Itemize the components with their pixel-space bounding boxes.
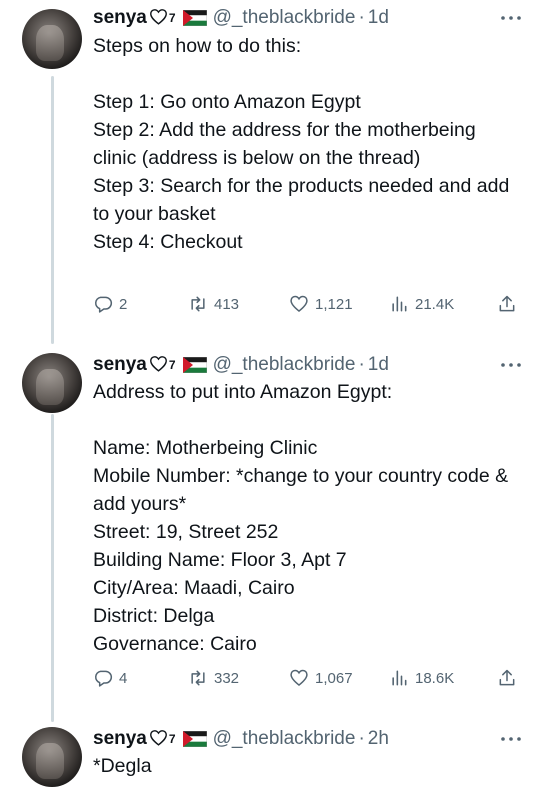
like-button[interactable]: 1,067 — [289, 666, 353, 690]
reply-count: 2 — [119, 295, 128, 313]
tweet-header: senya 7 @_theblackbride · 1d — [93, 5, 389, 31]
like-count: 1,067 — [315, 669, 353, 687]
views-icon — [392, 296, 407, 312]
retweet-button[interactable]: 332 — [188, 666, 239, 690]
reply-button[interactable]: 2 — [93, 292, 127, 316]
palestine-flag-icon — [182, 730, 207, 748]
share-button[interactable] — [497, 666, 517, 690]
reply-count: 4 — [119, 669, 128, 687]
views-button[interactable]: 18.6K — [389, 666, 454, 690]
avatar[interactable] — [22, 9, 82, 69]
separator-dot: · — [358, 7, 365, 28]
separator-dot: · — [358, 728, 365, 749]
reply-icon — [95, 670, 113, 687]
display-name[interactable]: senya — [93, 728, 147, 750]
views-count: 18.6K — [415, 669, 455, 687]
thread-connector — [51, 76, 54, 344]
tweet-header: senya 7 @_theblackbride · 2h — [93, 726, 389, 752]
avatar[interactable] — [22, 727, 82, 787]
display-name[interactable]: senya — [93, 7, 147, 29]
tweet-actions: 4 332 1,067 18.6K — [93, 666, 523, 690]
share-icon — [499, 669, 515, 686]
share-icon — [499, 295, 515, 312]
tweet-text: Steps on how to do this: Step 1: Go onto… — [93, 35, 510, 253]
reply-button[interactable]: 4 — [93, 666, 127, 690]
display-name[interactable]: senya — [93, 354, 147, 376]
timestamp[interactable]: 1d — [368, 7, 389, 29]
tweet-header: senya 7 @_theblackbride · 1d — [93, 352, 389, 378]
like-button[interactable]: 1,121 — [289, 292, 353, 316]
more-icon[interactable] — [500, 15, 522, 21]
retweet-count: 332 — [214, 669, 240, 687]
share-button[interactable] — [497, 292, 517, 316]
heart-outline-icon — [149, 728, 168, 750]
tweet-text: *Degla — [93, 755, 152, 777]
views-button[interactable]: 21.4K — [389, 292, 454, 316]
user-handle[interactable]: @_theblackbride — [213, 354, 356, 376]
timestamp[interactable]: 2h — [368, 728, 389, 750]
name-superscript: 7 — [168, 732, 176, 746]
like-icon — [290, 295, 308, 313]
heart-outline-icon — [149, 7, 168, 29]
like-count: 1,121 — [315, 295, 353, 313]
user-handle[interactable]: @_theblackbride — [213, 728, 356, 750]
thread-connector — [51, 414, 54, 722]
retweet-icon — [191, 296, 205, 312]
more-icon[interactable] — [500, 736, 522, 742]
user-handle[interactable]: @_theblackbride — [213, 7, 356, 29]
palestine-flag-icon — [182, 9, 207, 27]
palestine-flag-icon — [182, 356, 207, 374]
avatar[interactable] — [22, 353, 82, 413]
tweet-actions: 2 413 1,121 21.4K — [93, 292, 523, 316]
name-superscript: 7 — [168, 358, 176, 372]
name-superscript: 7 — [168, 11, 176, 25]
heart-outline-icon — [149, 354, 168, 376]
more-icon[interactable] — [500, 362, 522, 368]
timestamp[interactable]: 1d — [368, 354, 389, 376]
retweet-count: 413 — [214, 295, 240, 313]
retweet-button[interactable]: 413 — [188, 292, 239, 316]
like-icon — [290, 669, 308, 687]
reply-icon — [95, 296, 113, 313]
retweet-icon — [191, 670, 205, 686]
tweet-text: Address to put into Amazon Egypt: Name: … — [93, 381, 509, 655]
views-count: 21.4K — [415, 295, 455, 313]
views-icon — [392, 670, 407, 686]
separator-dot: · — [358, 354, 365, 375]
